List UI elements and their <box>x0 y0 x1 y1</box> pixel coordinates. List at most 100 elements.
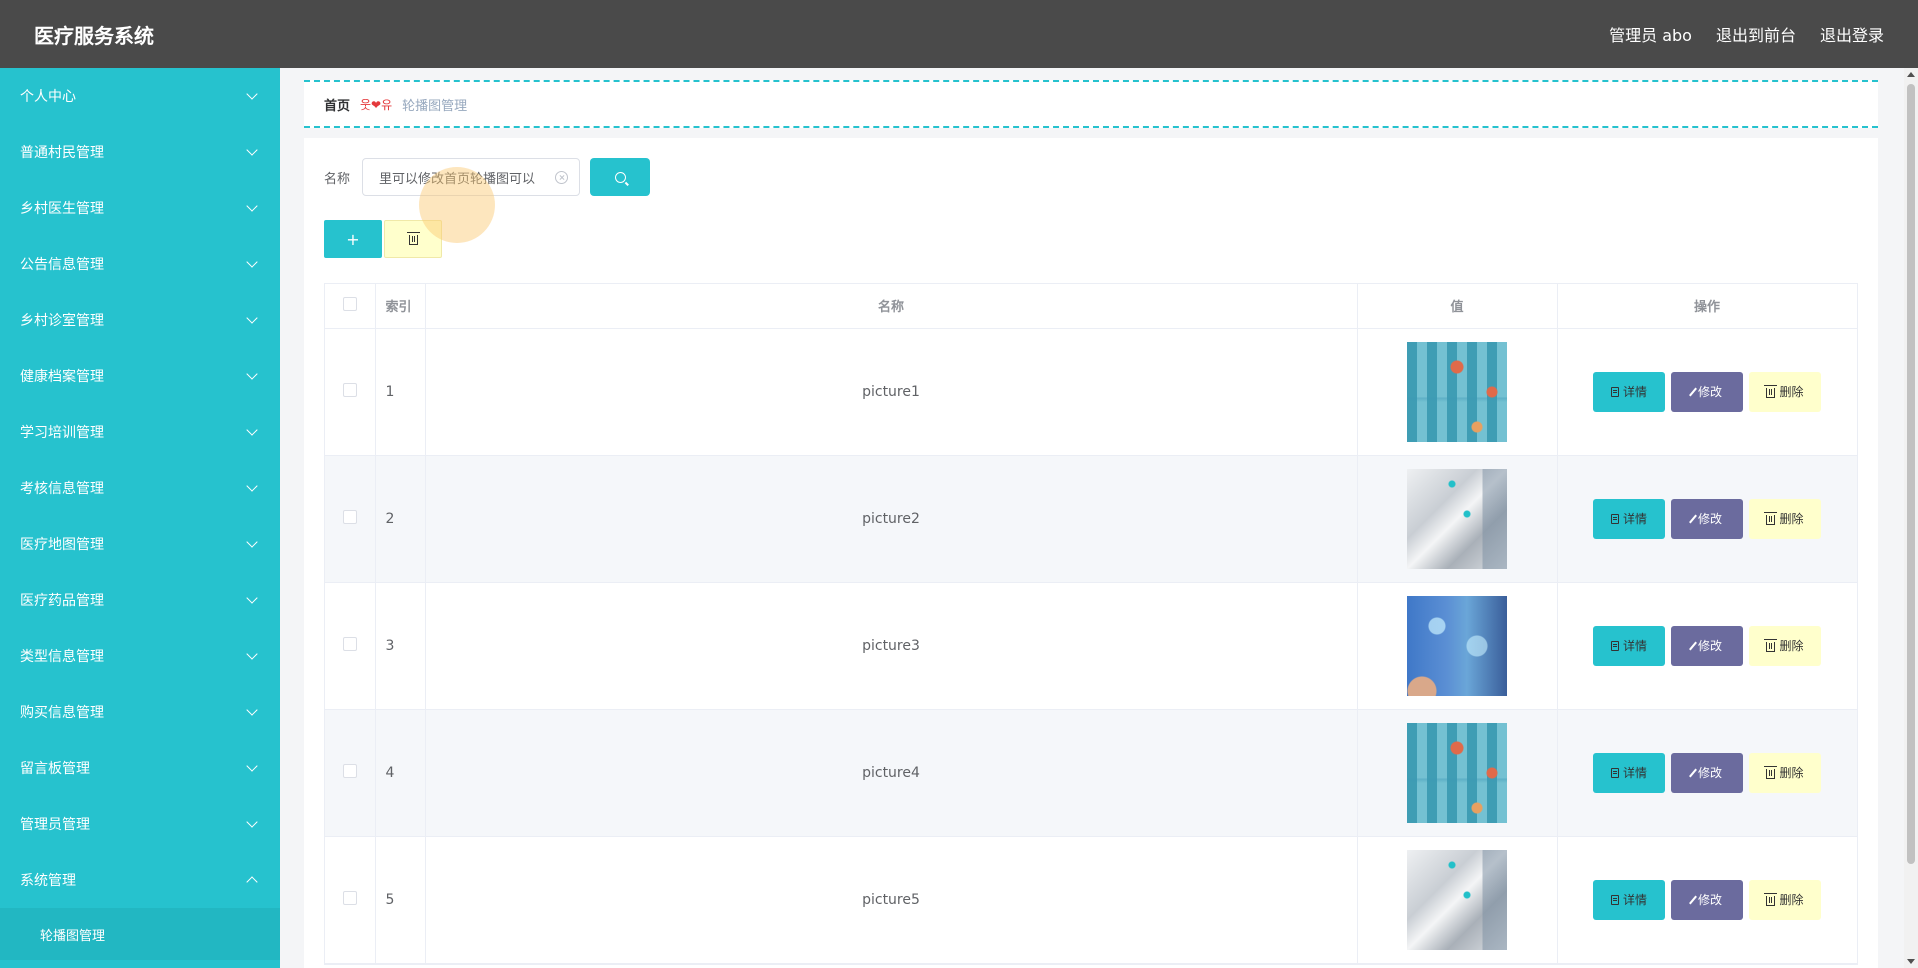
breadcrumb: 首页 웃❤유 轮播图管理 <box>304 80 1878 128</box>
delete-label: 删除 <box>1779 512 1804 526</box>
row-name: picture3 <box>425 582 1358 710</box>
sidebar-item-doctor[interactable]: 乡村医生管理 <box>0 180 280 236</box>
admin-user-label[interactable]: 管理员 abo <box>1609 22 1692 46</box>
detail-label: 详情 <box>1622 385 1647 399</box>
row-select-cell <box>325 328 376 456</box>
edit-button[interactable]: 修改 <box>1671 371 1743 412</box>
row-select-cell <box>325 582 376 710</box>
carousel-thumbnail[interactable] <box>1407 468 1507 569</box>
document-icon <box>1610 894 1619 905</box>
carousel-thumbnail[interactable] <box>1407 849 1507 950</box>
chevron-down-icon <box>246 312 258 324</box>
trash-icon <box>406 232 420 245</box>
delete-button[interactable]: 删除 <box>1749 498 1821 539</box>
add-button[interactable]: + <box>324 220 382 258</box>
delete-button[interactable]: 删除 <box>1749 625 1821 666</box>
logout-link[interactable]: 退出登录 <box>1820 22 1884 46</box>
sidebar-item-villager[interactable]: 普通村民管理 <box>0 124 280 180</box>
search-input-wrapper[interactable] <box>362 158 581 243</box>
main-content: 首页 웃❤유 轮播图管理 名称 + <box>304 80 1878 968</box>
chevron-down-icon <box>246 368 258 380</box>
carousel-thumbnail[interactable] <box>1407 341 1507 442</box>
sidebar-item-health-record[interactable]: 健康档案管理 <box>0 348 280 404</box>
delete-button[interactable]: 删除 <box>1749 879 1821 920</box>
chevron-down-icon <box>246 144 258 156</box>
edit-label: 修改 <box>1697 385 1722 399</box>
breadcrumb-home[interactable]: 首页 <box>324 95 350 114</box>
delete-button[interactable]: 删除 <box>1749 371 1821 412</box>
detail-button[interactable]: 详情 <box>1593 625 1665 666</box>
row-ops-cell: 详情 修改 删除 <box>1557 455 1858 583</box>
sidebar-item-label: 考核信息管理 <box>20 481 104 497</box>
select-all-checkbox[interactable] <box>342 296 357 311</box>
detail-button[interactable]: 详情 <box>1593 879 1665 920</box>
exit-to-front-link[interactable]: 退出到前台 <box>1716 22 1796 46</box>
pencil-icon <box>1689 895 1697 904</box>
row-index: 5 <box>375 836 426 964</box>
breadcrumb-current: 轮播图管理 <box>402 98 468 114</box>
sidebar-item-label: 系统管理 <box>20 873 76 889</box>
edit-label: 修改 <box>1697 639 1722 653</box>
sidebar-item-system[interactable]: 系统管理 <box>0 852 280 908</box>
chevron-down-icon <box>246 480 258 492</box>
detail-label: 详情 <box>1622 766 1647 780</box>
row-select-cell <box>325 709 376 837</box>
row-ops-cell: 详情 修改 删除 <box>1557 836 1858 964</box>
scrollbar-thumb[interactable] <box>1907 84 1915 864</box>
sidebar-item-purchase[interactable]: 购买信息管理 <box>0 684 280 740</box>
edit-button[interactable]: 修改 <box>1671 625 1743 666</box>
row-index: 2 <box>375 455 426 583</box>
row-value-cell <box>1357 455 1558 583</box>
delete-button[interactable]: 删除 <box>1749 752 1821 793</box>
scroll-down-icon[interactable] <box>1907 959 1915 964</box>
sidebar-item-personal-center[interactable]: 个人中心 <box>0 68 280 124</box>
pencil-icon <box>1689 641 1697 650</box>
sidebar-item-assessment[interactable]: 考核信息管理 <box>0 460 280 516</box>
sidebar-item-clinic[interactable]: 乡村诊室管理 <box>0 292 280 348</box>
sidebar: 个人中心 普通村民管理 乡村医生管理 公告信息管理 乡村诊室管理 健康档案管理 … <box>0 68 280 968</box>
sidebar-item-label: 乡村诊室管理 <box>20 313 104 329</box>
search-icon <box>614 171 626 183</box>
row-checkbox[interactable] <box>342 763 357 778</box>
document-icon <box>1610 513 1619 524</box>
detail-button[interactable]: 详情 <box>1593 752 1665 793</box>
sidebar-item-label: 管理员管理 <box>20 817 90 833</box>
row-select-cell <box>325 455 376 583</box>
sidebar-item-label: 医疗地图管理 <box>20 537 104 553</box>
sidebar-item-type-info[interactable]: 类型信息管理 <box>0 628 280 684</box>
clear-icon[interactable] <box>555 170 569 184</box>
carousel-thumbnail[interactable] <box>1407 595 1507 696</box>
edit-button[interactable]: 修改 <box>1671 752 1743 793</box>
sidebar-item-notice[interactable]: 公告信息管理 <box>0 236 280 292</box>
search-button[interactable] <box>590 158 651 196</box>
content-panel: 名称 + <box>304 138 1878 968</box>
sidebar-subitem-carousel[interactable]: 轮播图管理 <box>0 908 280 960</box>
table-row: 3 picture3 详情 修改 删除 <box>325 582 1858 710</box>
edit-label: 修改 <box>1697 893 1722 907</box>
row-checkbox[interactable] <box>342 509 357 524</box>
edit-button[interactable]: 修改 <box>1671 498 1743 539</box>
sidebar-item-medicine[interactable]: 医疗药品管理 <box>0 572 280 628</box>
chevron-down-icon <box>246 760 258 772</box>
detail-button[interactable]: 详情 <box>1593 498 1665 539</box>
row-checkbox[interactable] <box>342 890 357 905</box>
scroll-up-icon[interactable] <box>1907 72 1915 77</box>
sidebar-item-medical-map[interactable]: 医疗地图管理 <box>0 516 280 572</box>
row-value-cell <box>1357 582 1558 710</box>
detail-button[interactable]: 详情 <box>1593 371 1665 412</box>
page-scrollbar[interactable] <box>1904 68 1918 968</box>
sidebar-item-label: 购买信息管理 <box>20 705 104 721</box>
trash-icon <box>1764 511 1778 525</box>
pencil-icon <box>1689 514 1697 523</box>
row-checkbox[interactable] <box>342 636 357 651</box>
search-input[interactable] <box>379 169 552 185</box>
breadcrumb-separator: 웃❤유 <box>360 97 393 112</box>
batch-delete-button[interactable] <box>384 220 442 258</box>
edit-button[interactable]: 修改 <box>1671 879 1743 920</box>
action-row: + <box>324 220 1858 258</box>
sidebar-item-message-board[interactable]: 留言板管理 <box>0 740 280 796</box>
sidebar-item-training[interactable]: 学习培训管理 <box>0 404 280 460</box>
row-checkbox[interactable] <box>342 382 357 397</box>
sidebar-item-admin[interactable]: 管理员管理 <box>0 796 280 852</box>
carousel-thumbnail[interactable] <box>1407 722 1507 823</box>
